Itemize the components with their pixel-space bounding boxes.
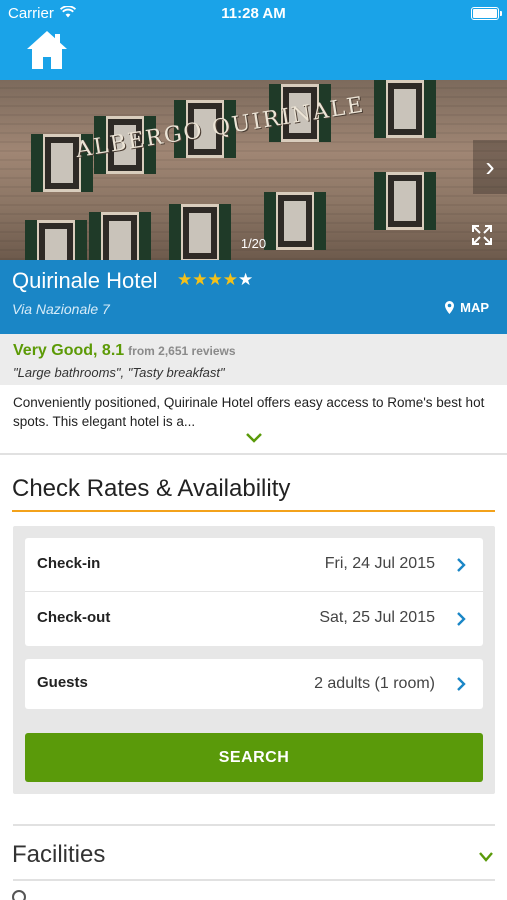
facade-window — [169, 204, 231, 260]
section-divider — [0, 453, 507, 455]
checkout-date: Sat, 25 Jul 2015 — [319, 609, 435, 626]
gallery-counter: 1/20 — [240, 236, 267, 251]
clock: 11:28 AM — [221, 5, 286, 22]
chevron-right-icon — [457, 677, 466, 691]
rating-line: Very Good, 8.1 from 2,651 reviews — [13, 342, 236, 360]
gallery-next-button[interactable]: › — [473, 140, 507, 194]
facilities-header[interactable]: Facilities — [12, 841, 105, 869]
chevron-down-icon[interactable] — [244, 431, 264, 445]
review-highlights: "Large bathrooms", "Tasty breakfast" — [13, 365, 225, 380]
checkin-row[interactable]: Check-in Fri, 24 Jul 2015 — [25, 538, 483, 592]
expand-icon[interactable] — [471, 224, 493, 246]
battery-icon — [471, 7, 502, 20]
guests-label: Guests — [37, 674, 88, 691]
title-underline — [12, 510, 495, 512]
star-icon: ★ — [177, 270, 193, 289]
star-empty-icon: ★ — [238, 270, 254, 289]
facade-window — [374, 172, 436, 230]
star-icon: ★ — [222, 270, 238, 289]
hotel-info-bar: Quirinale Hotel ★★★★★ Via Nazionale 7 MA… — [0, 260, 507, 334]
availability-panel: Check-in Fri, 24 Jul 2015 Check-out Sat,… — [13, 526, 495, 794]
chevron-down-icon[interactable] — [478, 851, 494, 863]
review-summary[interactable]: Very Good, 8.1 from 2,651 reviews "Large … — [0, 334, 507, 385]
hotel-name: Quirinale Hotel — [12, 268, 158, 293]
map-label: MAP — [460, 300, 489, 315]
section-divider — [13, 879, 495, 881]
star-rating: ★★★★★ — [177, 270, 253, 290]
guests-value: 2 adults (1 room) — [314, 675, 435, 692]
star-icon: ★ — [207, 270, 223, 289]
chevron-right-icon — [457, 558, 466, 572]
top-bar: Carrier 11:28 AM — [0, 0, 507, 80]
home-icon[interactable] — [24, 28, 70, 72]
rating-text: Very Good, 8.1 — [13, 342, 125, 359]
checkout-row[interactable]: Check-out Sat, 25 Jul 2015 — [25, 592, 483, 646]
availability-title: Check Rates & Availability — [12, 475, 291, 502]
map-pin-icon — [445, 301, 455, 314]
map-button[interactable]: MAP — [445, 300, 489, 315]
checkin-date: Fri, 24 Jul 2015 — [324, 555, 435, 572]
search-button[interactable]: SEARCH — [25, 733, 483, 782]
photo-gallery[interactable]: ALBERGO QUIRINALE › 1/20 — [0, 80, 507, 260]
review-count: from 2,651 reviews — [128, 344, 236, 358]
checkin-label: Check-in — [37, 555, 101, 572]
chevron-right-icon: › — [485, 151, 495, 182]
chevron-right-icon — [457, 612, 466, 626]
star-icon: ★ — [192, 270, 208, 289]
hotel-description: Conveniently positioned, Quirinale Hotel… — [13, 395, 485, 429]
next-section-icon — [12, 890, 26, 900]
status-bar: Carrier 11:28 AM — [0, 0, 507, 28]
guests-row[interactable]: Guests 2 adults (1 room) — [25, 659, 483, 709]
facade-window — [374, 80, 436, 138]
hotel-address: Via Nazionale 7 — [12, 301, 110, 317]
checkout-label: Check-out — [37, 609, 111, 626]
section-divider — [13, 824, 495, 826]
